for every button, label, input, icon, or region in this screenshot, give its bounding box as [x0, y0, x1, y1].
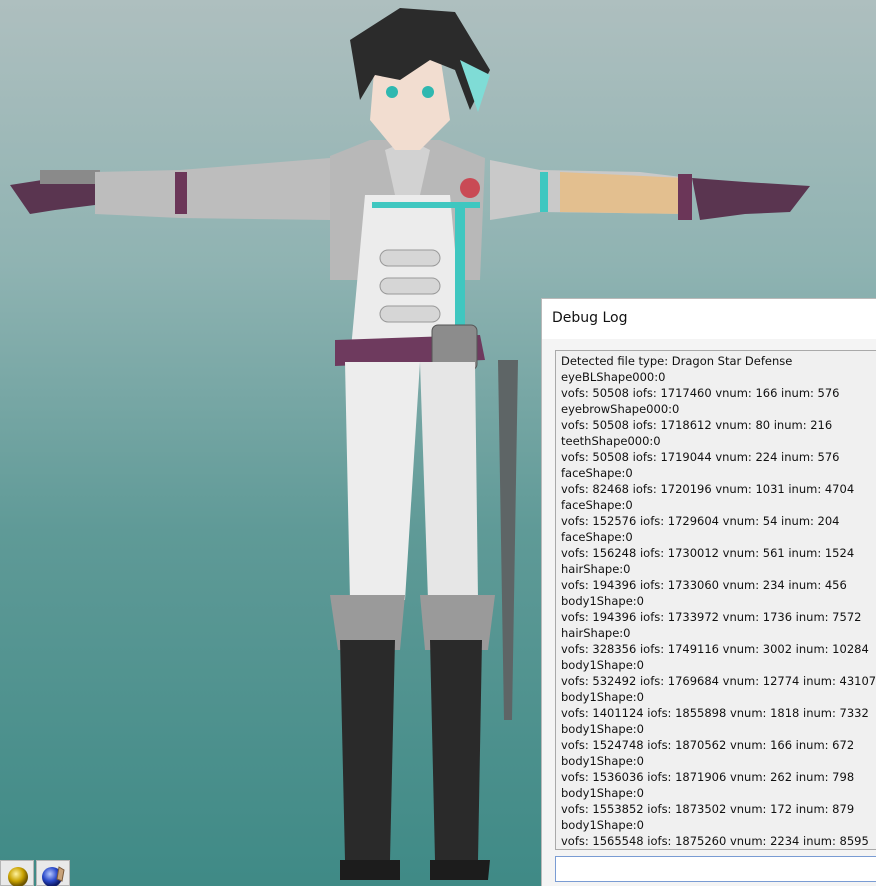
- gold-sphere-button[interactable]: [0, 860, 34, 886]
- debug-title-bar[interactable]: Debug Log: [542, 299, 876, 339]
- left-arm: [10, 158, 330, 220]
- debug-log-line: body1Shape:0: [561, 658, 644, 672]
- debug-title: Debug Log: [552, 310, 628, 326]
- blue-sphere-hand-icon: [42, 866, 65, 886]
- debug-log-line: body1Shape:0: [561, 722, 644, 736]
- debug-log-line: eyebrowShape000:0: [561, 402, 680, 416]
- debug-log-line: body1Shape:0: [561, 818, 644, 832]
- debug-log-line: hairShape:0: [561, 626, 631, 640]
- debug-log-line: Detected file type: Dragon Star Defense: [561, 354, 793, 368]
- debug-log-line: faceShape:0: [561, 466, 633, 480]
- debug-log-line: vofs: 50508 iofs: 1719044 vnum: 224 inum…: [561, 450, 840, 464]
- debug-log-line: teethShape000:0: [561, 434, 661, 448]
- debug-log-line: vofs: 1553852 iofs: 1873502 vnum: 172 in…: [561, 802, 855, 816]
- sword: [498, 360, 518, 720]
- debug-log-line: body1Shape:0: [561, 594, 644, 608]
- bottom-toolbar: [0, 860, 80, 886]
- debug-log-line: vofs: 328356 iofs: 1749116 vnum: 3002 in…: [561, 642, 869, 656]
- debug-log-line: faceShape:0: [561, 498, 633, 512]
- debug-log-line: vofs: 156248 iofs: 1730012 vnum: 561 inu…: [561, 546, 855, 560]
- debug-log-line: vofs: 194396 iofs: 1733972 vnum: 1736 in…: [561, 610, 862, 624]
- debug-log-line: vofs: 82468 iofs: 1720196 vnum: 1031 inu…: [561, 482, 855, 496]
- debug-log-lines: Detected file type: Dragon Star Defense e…: [561, 353, 876, 849]
- debug-log-window[interactable]: Debug Log Detected file type: Dragon Sta…: [541, 298, 876, 886]
- debug-log-line: hairShape:0: [561, 562, 631, 576]
- gold-sphere-icon: [8, 867, 28, 886]
- debug-log-line: vofs: 1401124 iofs: 1855898 vnum: 1818 i…: [561, 706, 869, 720]
- debug-log-line: body1Shape:0: [561, 690, 644, 704]
- debug-log-line: vofs: 532492 iofs: 1769684 vnum: 12774 i…: [561, 674, 876, 688]
- debug-command-input[interactable]: [555, 856, 876, 882]
- debug-log-line: vofs: 152576 iofs: 1729604 vnum: 54 inum…: [561, 514, 840, 528]
- debug-log-line: vofs: 50508 iofs: 1718612 vnum: 80 inum:…: [561, 418, 833, 432]
- debug-log-line: vofs: 1536036 iofs: 1871906 vnum: 262 in…: [561, 770, 855, 784]
- debug-log-line: eyeBLShape000:0: [561, 370, 666, 384]
- debug-log-line: body1Shape:0: [561, 786, 644, 800]
- debug-log-line: vofs: 50508 iofs: 1717460 vnum: 166 inum…: [561, 386, 840, 400]
- legs: [330, 362, 495, 880]
- debug-log-output[interactable]: Detected file type: Dragon Star Defense e…: [555, 350, 876, 850]
- right-arm: [490, 160, 810, 220]
- debug-log-line: faceShape:0: [561, 530, 633, 544]
- debug-log-line: body1Shape:0: [561, 754, 644, 768]
- debug-log-line: vofs: 194396 iofs: 1733060 vnum: 234 inu…: [561, 578, 847, 592]
- debug-log-line: vofs: 1565548 iofs: 1875260 vnum: 2234 i…: [561, 834, 869, 848]
- debug-log-line: vofs: 1524748 iofs: 1870562 vnum: 166 in…: [561, 738, 855, 752]
- head: [350, 8, 490, 150]
- blue-sphere-hand-button[interactable]: [36, 860, 70, 886]
